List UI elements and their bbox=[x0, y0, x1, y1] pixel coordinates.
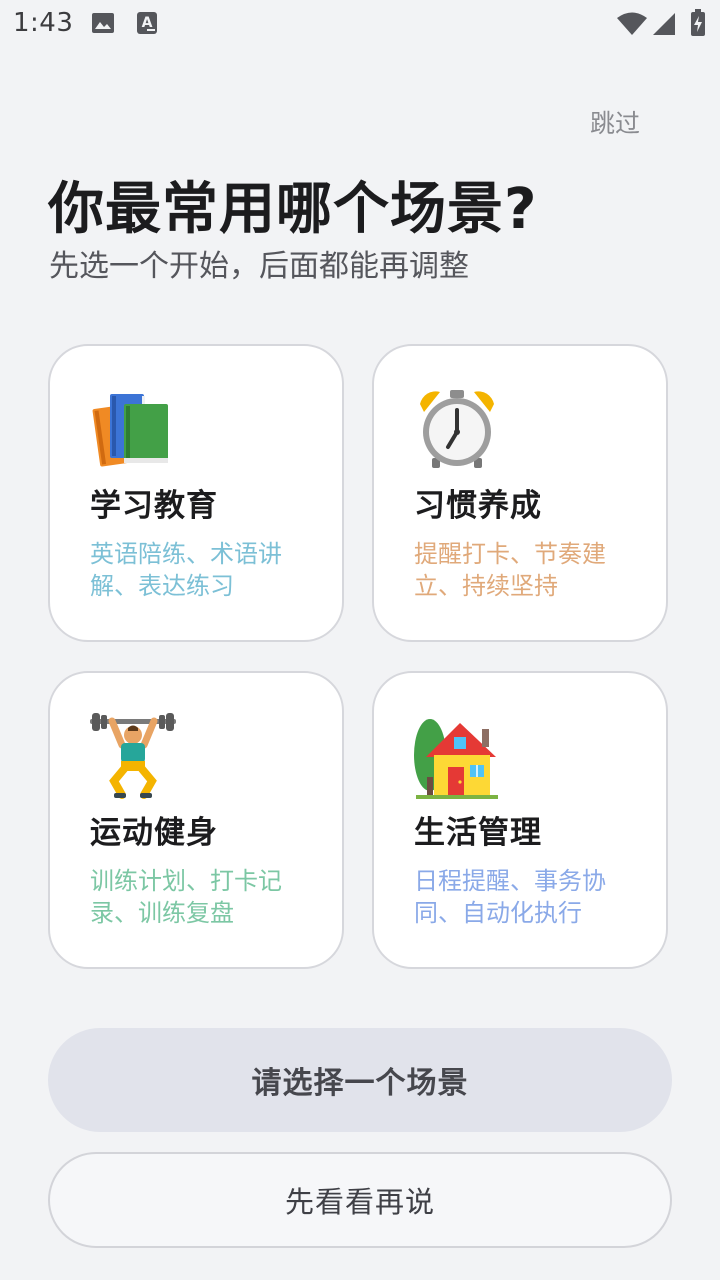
scene-card-life[interactable]: 生活管理 日程提醒、事务协同、自动化执行 bbox=[372, 671, 668, 969]
scene-card-title: 生活管理 bbox=[414, 815, 542, 851]
page-subtitle: 先选一个开始，后面都能再调整 bbox=[49, 249, 469, 284]
image-icon bbox=[92, 13, 114, 33]
browse-first-button[interactable]: 先看看再说 bbox=[48, 1152, 672, 1248]
status-bar: 1:43 A bbox=[0, 0, 720, 48]
scene-card-title: 习惯养成 bbox=[414, 488, 542, 524]
text-recognition-icon: A bbox=[137, 12, 157, 34]
scene-card-habits[interactable]: 习惯养成 提醒打卡、节奏建立、持续坚持 bbox=[372, 344, 668, 642]
select-scene-button[interactable]: 请选择一个场景 bbox=[48, 1028, 672, 1132]
svg-text:A: A bbox=[142, 15, 153, 31]
scene-card-description: 英语陪练、术语讲解、表达练习 bbox=[90, 540, 282, 600]
scene-card-description: 提醒打卡、节奏建立、持续坚持 bbox=[414, 540, 606, 600]
books-icon bbox=[92, 394, 168, 467]
scene-card-learning[interactable]: 学习教育 英语陪练、术语讲解、表达练习 bbox=[48, 344, 344, 642]
alarm-clock-icon bbox=[420, 390, 494, 468]
scene-card-title: 运动健身 bbox=[90, 815, 218, 851]
scene-card-title: 学习教育 bbox=[90, 488, 218, 524]
onboarding-screen: 1:43 A 跳过 你最常用哪个场景? 先选一个开始，后面都能再调整 学习教育 … bbox=[0, 0, 720, 1280]
scene-card-description: 日程提醒、事务协同、自动化执行 bbox=[414, 867, 606, 927]
weightlifter-icon bbox=[90, 713, 176, 799]
page-title: 你最常用哪个场景? bbox=[48, 177, 538, 242]
scene-card-description: 训练计划、打卡记录、训练复盘 bbox=[90, 867, 282, 927]
scene-card-fitness[interactable]: 运动健身 训练计划、打卡记录、训练复盘 bbox=[48, 671, 344, 969]
house-icon bbox=[414, 719, 498, 799]
status-time: 1:43 bbox=[13, 8, 74, 38]
cell-signal-icon bbox=[653, 13, 675, 35]
skip-button[interactable]: 跳过 bbox=[590, 104, 640, 140]
battery-charging-icon bbox=[691, 9, 705, 36]
wifi-icon bbox=[617, 12, 647, 35]
